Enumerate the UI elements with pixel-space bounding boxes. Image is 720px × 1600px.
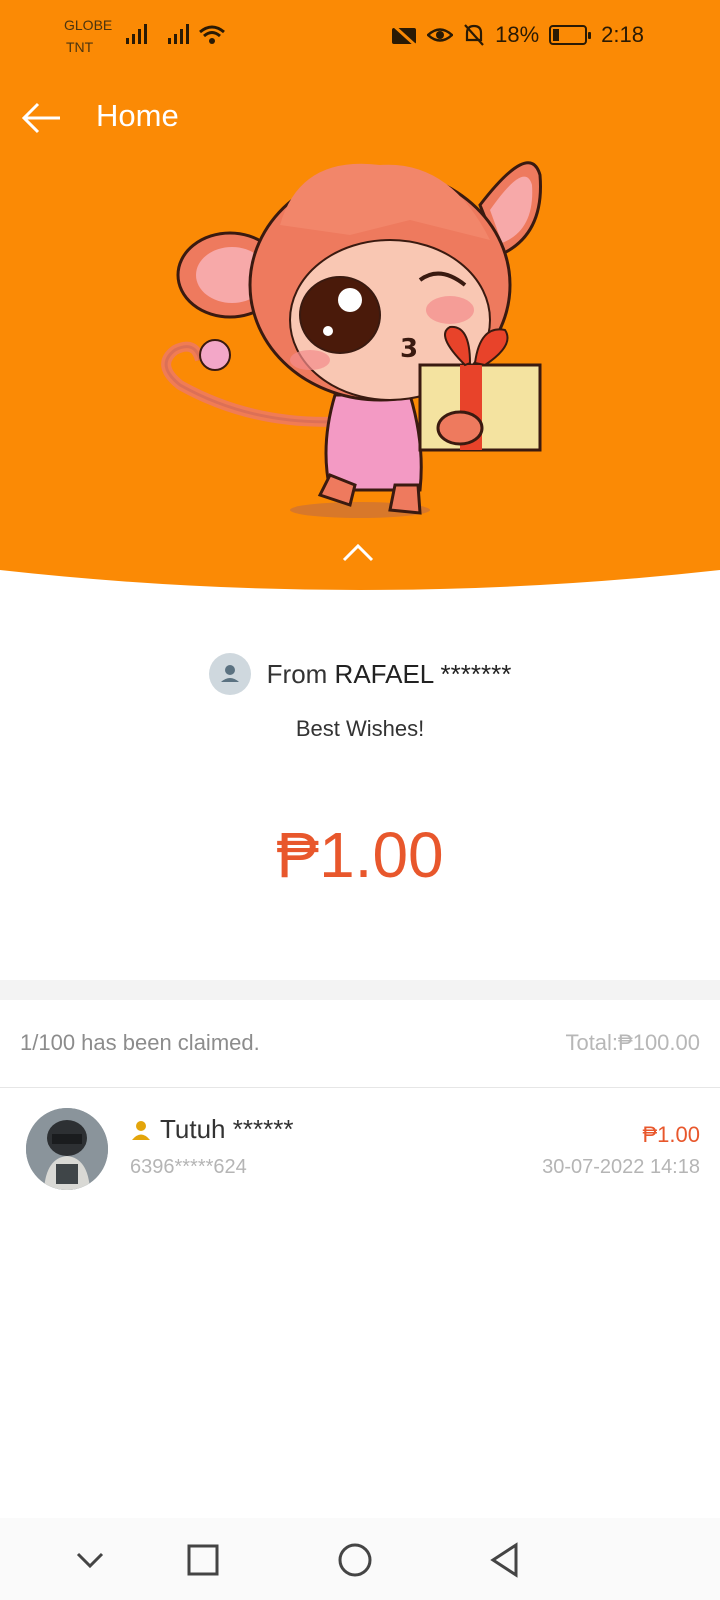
total-amount: Total:₱100.00: [565, 1030, 700, 1055]
claim-amount: ₱1.00: [642, 1122, 701, 1147]
monkey-mascot-illustration: 3: [161, 161, 542, 518]
claim-time: 30-07-2022 14:18: [542, 1156, 700, 1178]
battery-icon: [549, 25, 592, 45]
carrier-2: TNT: [66, 39, 94, 55]
page-title[interactable]: Home: [96, 98, 179, 134]
wifi-icon: [199, 25, 225, 44]
avatar: [26, 1108, 108, 1190]
svg-text:3: 3: [400, 334, 418, 364]
app-screen: GLOBE TNT 18% 2:18 Home 3 From RAFAEL **…: [0, 0, 720, 1600]
from-label: From: [266, 658, 335, 689]
section-divider: [0, 980, 720, 1000]
claimer-name: Tutuh ******: [160, 1114, 294, 1144]
chevron-down-icon[interactable]: [70, 1540, 110, 1580]
chevron-up-icon[interactable]: [340, 540, 376, 564]
status-bar: GLOBE TNT 18% 2:18: [0, 0, 720, 72]
signal-icon: [126, 24, 147, 44]
clock: 2:18: [601, 22, 644, 47]
carrier-labels: GLOBE TNT: [64, 14, 112, 58]
camera-off-icon: [392, 24, 417, 46]
sender-text: From RAFAEL *******: [267, 659, 512, 690]
sender-row: From RAFAEL *******: [0, 652, 720, 696]
carrier-1: GLOBE: [64, 17, 113, 33]
arrow-left-icon[interactable]: [20, 96, 64, 140]
list-divider: [0, 1087, 720, 1088]
signal-icon-2: [168, 24, 189, 44]
bell-off-icon: [464, 24, 484, 46]
banner-curve: [0, 570, 720, 610]
user-icon: [208, 653, 251, 695]
claimed-summary: 1/100 has been claimed.: [20, 1030, 260, 1055]
claimer-phone: 6396*****624: [130, 1156, 247, 1178]
triangle-back-icon[interactable]: [485, 1540, 525, 1580]
claim-list-item[interactable]: Tutuh ****** 6396*****624 ₱1.00 30-07-20…: [0, 1100, 720, 1200]
received-amount: ₱1.00: [276, 819, 444, 891]
status-right-group: 18% 2:18: [391, 22, 644, 48]
square-icon[interactable]: [183, 1540, 223, 1580]
battery-percent: 18%: [495, 22, 540, 47]
sender-name: RAFAEL *******: [334, 658, 512, 689]
claimer-name-row: Tutuh ******: [130, 1114, 293, 1145]
system-nav-bar: [0, 1518, 720, 1600]
eye-icon: [427, 28, 454, 42]
user-icon: [132, 1120, 150, 1140]
gift-message: Best Wishes!: [295, 716, 425, 741]
circle-icon[interactable]: [335, 1540, 375, 1580]
